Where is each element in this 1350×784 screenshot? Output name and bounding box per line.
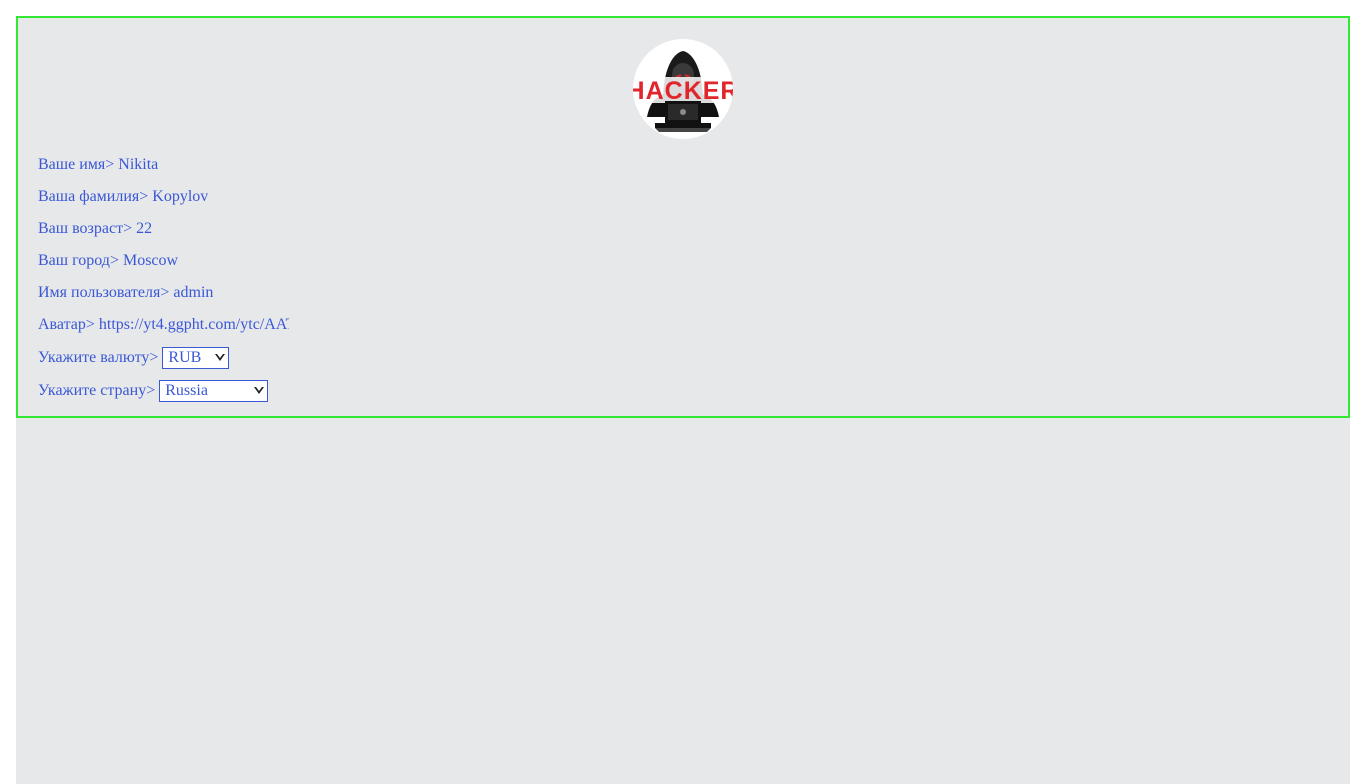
country-select[interactable]: Russia [159, 379, 269, 402]
username-value: admin [173, 284, 214, 301]
age-value: 22 [136, 220, 153, 237]
avatar-url-value: https://yt4.ggpht.com/ytc/AAT [98, 316, 289, 333]
currency-selected-value: RUB [168, 348, 202, 366]
age-row: Ваш возраст > 22 [38, 213, 638, 245]
username-separator: > [160, 284, 170, 301]
currency-row: Укажите валюту > RUB [38, 341, 638, 374]
hacker-logo-icon: HACKER [633, 39, 733, 139]
avatar-url-row: Аватар > https://yt4.ggpht.com/ytc/AAT [38, 309, 638, 341]
svg-text:HACKER: HACKER [633, 77, 733, 105]
username-row: Имя пользователя > admin [38, 277, 638, 309]
avatar-url-label: Аватар [38, 316, 86, 333]
country-selected-value: Russia [165, 381, 208, 399]
avatar-url-separator: > [85, 316, 95, 333]
age-separator: > [123, 220, 133, 237]
city-separator: > [109, 252, 119, 269]
last-name-label: Ваша фамилия [38, 188, 140, 205]
profile-panel: HACKER Ваше имя > Nikita Ваша фамилия > … [16, 16, 1350, 418]
profile-field-list: Ваше имя > Nikita Ваша фамилия > Kopylov… [38, 149, 638, 407]
country-label: Укажите страну [38, 381, 147, 399]
first-name-separator: > [105, 156, 115, 173]
city-label: Ваш город [38, 252, 110, 269]
last-name-value: Kopylov [152, 188, 209, 205]
country-row: Укажите страну > Russia [38, 374, 638, 407]
currency-separator: > [149, 348, 159, 366]
username-label: Имя пользователя [38, 284, 161, 301]
country-separator: > [146, 381, 156, 399]
last-name-separator: > [139, 188, 149, 205]
last-name-row: Ваша фамилия > Kopylov [38, 181, 638, 213]
first-name-value: Nikita [118, 156, 159, 173]
currency-select[interactable]: RUB [162, 346, 230, 369]
currency-label: Укажите валюту [38, 348, 150, 366]
age-label: Ваш возраст [38, 220, 124, 237]
first-name-row: Ваше имя > Nikita [38, 149, 638, 181]
city-row: Ваш город > Moscow [38, 245, 638, 277]
city-value: Moscow [122, 252, 179, 269]
chevron-down-icon [254, 386, 265, 394]
chevron-down-icon [215, 353, 226, 361]
first-name-label: Ваше имя [38, 156, 106, 173]
